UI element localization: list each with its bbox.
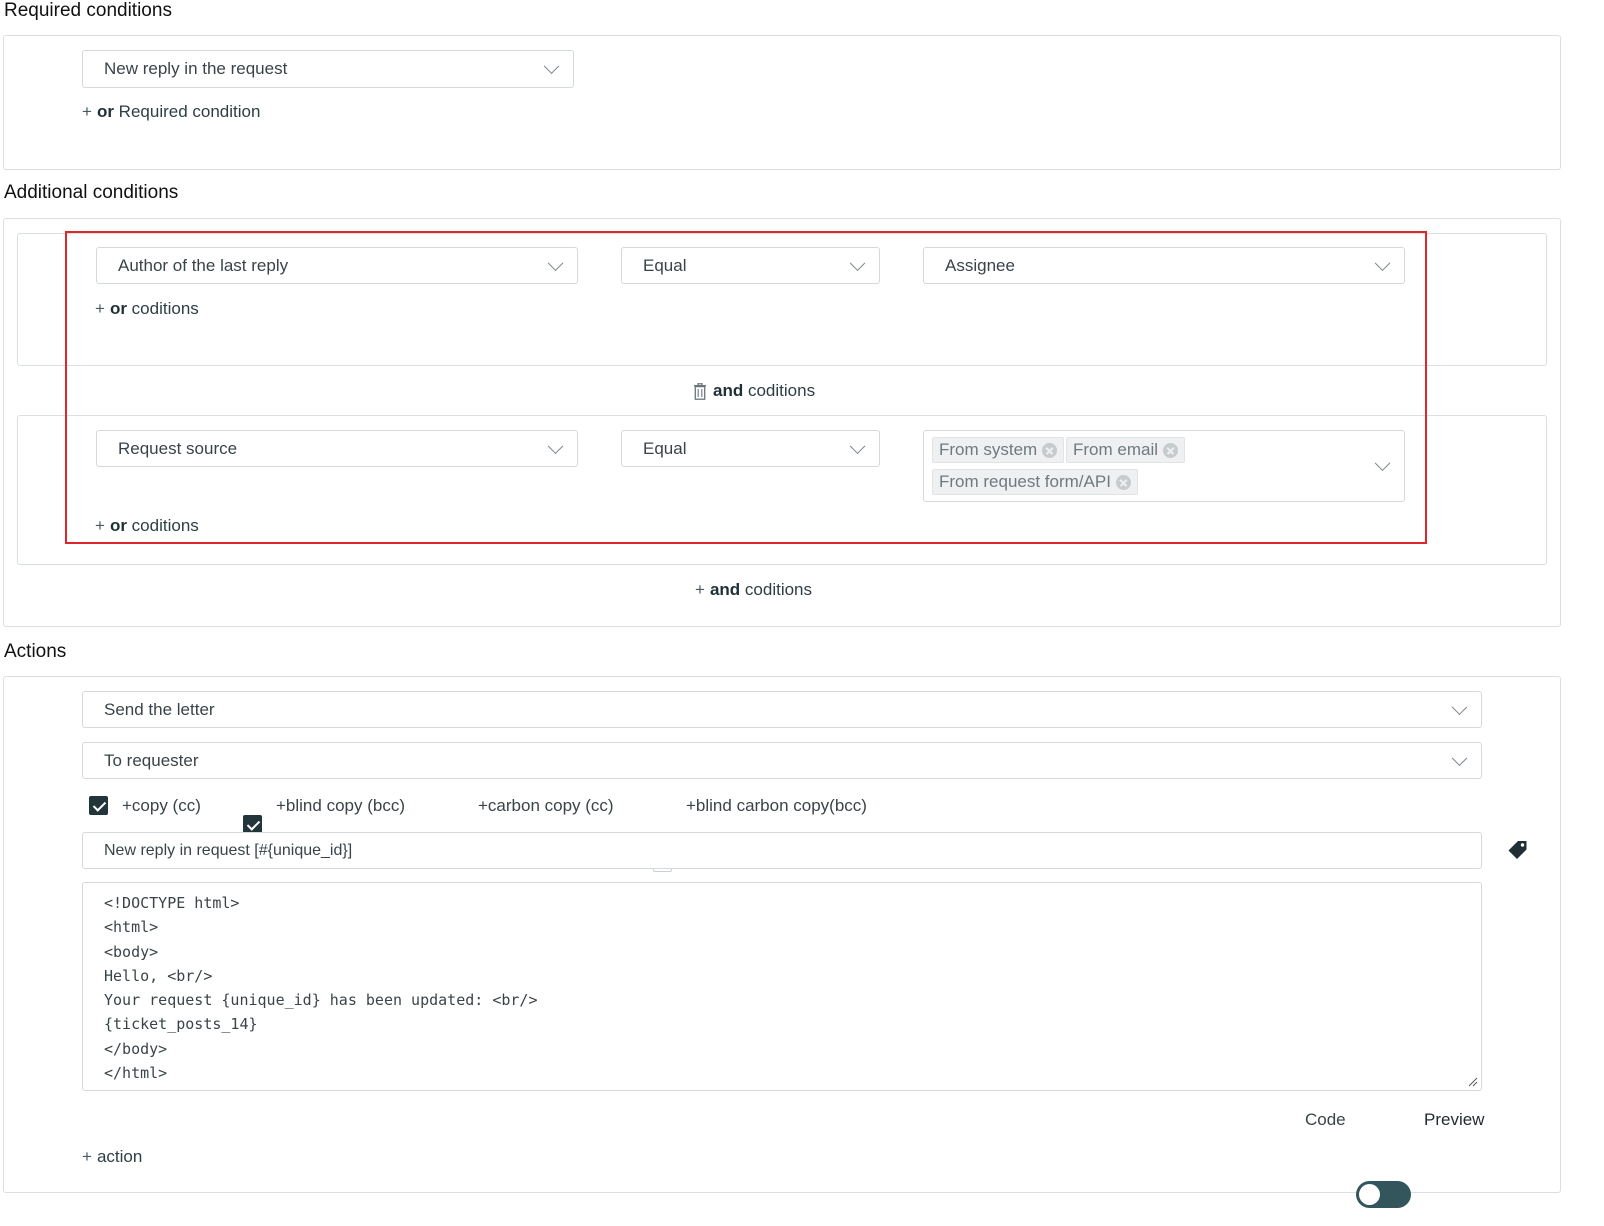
- resize-handle-icon[interactable]: [1468, 1077, 1478, 1087]
- body-code: <!DOCTYPE html> <html> <body> Hello, <br…: [104, 894, 538, 1083]
- required-condition-value: New reply in the request: [104, 59, 288, 78]
- blind-carbon-copy-label: +blind carbon copy(bcc): [686, 796, 867, 815]
- add-and-conditions[interactable]: + and coditions: [695, 580, 812, 600]
- required-condition-select[interactable]: New reply in the request: [82, 50, 574, 88]
- action-type-value: Send the letter: [104, 699, 215, 719]
- chevron-down-icon: [1451, 749, 1468, 766]
- bcc-label: +blind copy (bcc): [276, 796, 405, 815]
- chevron-down-icon: [543, 58, 560, 75]
- action-type-select[interactable]: Send the letter: [82, 691, 1482, 728]
- subject-value: New reply in request [#{unique_id}]: [104, 841, 353, 859]
- carbon-copy-label: +carbon copy (cc): [478, 796, 614, 815]
- cc-checkbox[interactable]: [89, 796, 108, 815]
- highlight-box: [65, 231, 1427, 544]
- body-textarea[interactable]: <!DOCTYPE html> <html> <body> Hello, <br…: [82, 882, 1482, 1091]
- required-conditions-panel: New reply in the request + or Required co…: [3, 35, 1561, 170]
- chevron-down-icon: [1451, 698, 1468, 715]
- actions-title: Actions: [4, 641, 67, 662]
- code-preview-toggle[interactable]: [1356, 1181, 1411, 1208]
- recipient-select[interactable]: To requester: [82, 742, 1482, 779]
- additional-conditions-title: Additional conditions: [4, 182, 179, 203]
- add-action-link[interactable]: + action: [82, 1147, 142, 1167]
- code-label: Code: [1305, 1110, 1346, 1129]
- subject-input[interactable]: New reply in request [#{unique_id}]: [82, 832, 1482, 869]
- tag-icon[interactable]: [1508, 840, 1528, 860]
- recipient-value: To requester: [104, 750, 199, 770]
- toggle-knob: [1359, 1184, 1380, 1205]
- add-or-required-condition[interactable]: + or Required condition: [82, 102, 260, 122]
- preview-label: Preview: [1424, 1110, 1485, 1129]
- cc-label: +copy (cc): [122, 796, 201, 815]
- required-conditions-title: Required conditions: [4, 0, 172, 21]
